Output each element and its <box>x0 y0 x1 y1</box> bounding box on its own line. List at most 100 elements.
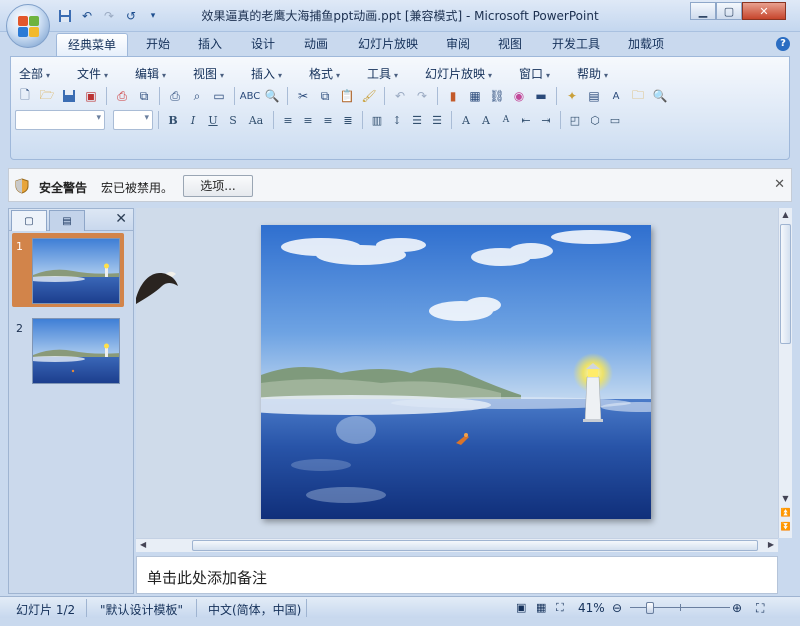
undo-icon[interactable]: ↶ <box>78 7 96 25</box>
scroll-down-icon[interactable]: ▼ <box>780 494 791 503</box>
align-right-icon[interactable]: ≡ <box>319 110 337 130</box>
minimize-icon[interactable]: ▁ <box>690 2 716 20</box>
tab-addins[interactable]: 加载项 <box>620 33 672 56</box>
menu-slideshow[interactable]: 幻灯片放映 ▾ <box>425 65 492 82</box>
folder-icon[interactable]: 🗀 <box>628 86 648 106</box>
permission-icon[interactable]: ▣ <box>81 86 101 106</box>
change-case-icon[interactable]: Aa <box>244 110 268 130</box>
slide-layout-icon[interactable]: ▤ <box>584 86 604 106</box>
tab-review[interactable]: 审阅 <box>438 33 478 56</box>
font-name-combo[interactable] <box>15 110 105 130</box>
numbering-icon[interactable]: ☰ <box>408 110 426 130</box>
maximize-icon[interactable]: ▢ <box>716 2 742 20</box>
print-preview-icon[interactable]: ⌕ <box>187 86 207 106</box>
menu-edit[interactable]: 编辑 ▾ <box>135 65 166 82</box>
print-icon[interactable]: ⎙ <box>165 86 185 106</box>
text-box-icon[interactable]: A <box>606 86 626 106</box>
copy-icon[interactable]: ⧉ <box>315 86 335 106</box>
tab-developer[interactable]: 开发工具 <box>545 33 607 56</box>
slideshow-view-icon[interactable]: ⛶ <box>556 601 564 615</box>
menu-tools[interactable]: 工具 ▾ <box>367 65 398 82</box>
notes-placeholder[interactable]: 单击此处添加备注 <box>147 567 267 588</box>
outline-tab[interactable]: ▤ <box>49 210 85 231</box>
pdf-icon[interactable]: ⎙ <box>112 86 132 106</box>
tab-home[interactable]: 开始 <box>138 33 178 56</box>
language-indicator[interactable]: 中文(简体，中国) <box>208 601 301 618</box>
tab-animation[interactable]: 动画 <box>296 33 336 56</box>
research-icon[interactable]: 🔍 <box>262 86 282 106</box>
chart-icon[interactable]: ▮ <box>443 86 463 106</box>
paste-icon[interactable]: 📋 <box>337 86 357 106</box>
fill-color-icon[interactable]: ▬ <box>531 86 551 106</box>
normal-view-icon[interactable]: ▣ <box>516 601 526 614</box>
help-icon[interactable]: ? <box>776 37 790 51</box>
slide-sorter-icon[interactable]: ▦ <box>536 601 546 614</box>
close-icon[interactable]: ✕ <box>774 177 785 192</box>
scroll-left-icon[interactable]: ◀ <box>140 540 146 549</box>
redo-icon[interactable]: ↷ <box>412 86 432 106</box>
bullets-icon[interactable]: ☰ <box>428 110 446 130</box>
align-left-icon[interactable]: ≡ <box>279 110 297 130</box>
chevron-down-icon[interactable]: ▾ <box>144 7 162 25</box>
zoom-icon[interactable]: 🔍 <box>650 86 670 106</box>
slide-thumbnail-2[interactable] <box>32 318 120 384</box>
zoom-in-icon[interactable]: ⊕ <box>732 601 742 615</box>
zoom-slider-thumb[interactable] <box>646 602 654 614</box>
eagle-image[interactable] <box>136 268 180 308</box>
hyperlink-icon[interactable]: ⛓ <box>487 86 507 106</box>
italic-icon[interactable]: I <box>184 110 202 130</box>
tab-insert[interactable]: 插入 <box>190 33 230 56</box>
horizontal-scrollbar[interactable]: ◀ ▶ <box>136 538 778 552</box>
attach-icon[interactable]: ⧉ <box>134 86 154 106</box>
tab-view[interactable]: 视图 <box>490 33 530 56</box>
options-button[interactable]: 选项... <box>183 175 253 197</box>
font-size-combo[interactable] <box>113 110 153 130</box>
new-slide-icon[interactable]: ✦ <box>562 86 582 106</box>
shrink-font-icon[interactable]: A <box>497 110 515 130</box>
quick-styles-icon[interactable]: ▭ <box>606 110 624 130</box>
horizontal-scroll-thumb[interactable] <box>192 540 758 551</box>
new-document-icon[interactable]: 🗋 <box>15 86 35 106</box>
cut-icon[interactable]: ✂ <box>293 86 313 106</box>
columns-icon[interactable]: ▥ <box>368 110 386 130</box>
bold-icon[interactable]: B <box>164 110 182 130</box>
vertical-scrollbar[interactable]: ▲ ▼ ⏫ ⏬ <box>778 208 792 538</box>
fit-to-window-icon[interactable]: ⛶ <box>756 601 764 616</box>
tab-classic-menu[interactable]: 经典菜单 <box>56 33 128 56</box>
increase-indent-icon[interactable]: ⇥ <box>537 110 555 130</box>
shadow-icon[interactable]: S <box>224 110 242 130</box>
office-button[interactable] <box>6 4 50 48</box>
layout-icon[interactable]: ▭ <box>209 86 229 106</box>
vertical-scroll-thumb[interactable] <box>780 224 791 344</box>
menu-all[interactable]: 全部 ▾ <box>19 65 50 82</box>
menu-view[interactable]: 视图 ▾ <box>193 65 224 82</box>
refresh-icon[interactable]: ↺ <box>122 7 140 25</box>
underline-icon[interactable]: U <box>204 110 222 130</box>
zoom-level[interactable]: 41% <box>578 601 605 615</box>
slide-thumbnail-1[interactable] <box>32 238 120 304</box>
slides-tab[interactable]: ▢ <box>11 210 47 231</box>
save-icon[interactable] <box>59 86 79 106</box>
menu-file[interactable]: 文件 ▾ <box>77 65 108 82</box>
next-slide-icon[interactable]: ⏬ <box>780 522 791 531</box>
menu-window[interactable]: 窗口 ▾ <box>519 65 550 82</box>
redo-icon[interactable]: ↷ <box>100 7 118 25</box>
menu-format[interactable]: 格式 ▾ <box>309 65 340 82</box>
spelling-icon[interactable]: ABC <box>240 86 261 106</box>
grow-font-icon[interactable]: A <box>477 110 495 130</box>
close-icon[interactable]: ✕ <box>742 2 786 20</box>
scroll-up-icon[interactable]: ▲ <box>780 210 791 220</box>
undo-icon[interactable]: ↶ <box>390 86 410 106</box>
align-center-icon[interactable]: ≡ <box>299 110 317 130</box>
decrease-indent-icon[interactable]: ⇤ <box>517 110 535 130</box>
format-painter-icon[interactable]: 🖌 <box>359 86 379 106</box>
line-spacing-icon[interactable]: ↕ <box>388 110 406 130</box>
save-icon[interactable] <box>56 7 74 25</box>
arrange-icon[interactable]: ⬡ <box>586 110 604 130</box>
justify-icon[interactable]: ≣ <box>339 110 357 130</box>
menu-insert[interactable]: 插入 ▾ <box>251 65 282 82</box>
font-color-icon[interactable]: A <box>457 110 475 130</box>
zoom-out-icon[interactable]: ⊖ <box>612 601 622 615</box>
table-icon[interactable]: ▦ <box>465 86 485 106</box>
menu-help[interactable]: 帮助 ▾ <box>577 65 608 82</box>
